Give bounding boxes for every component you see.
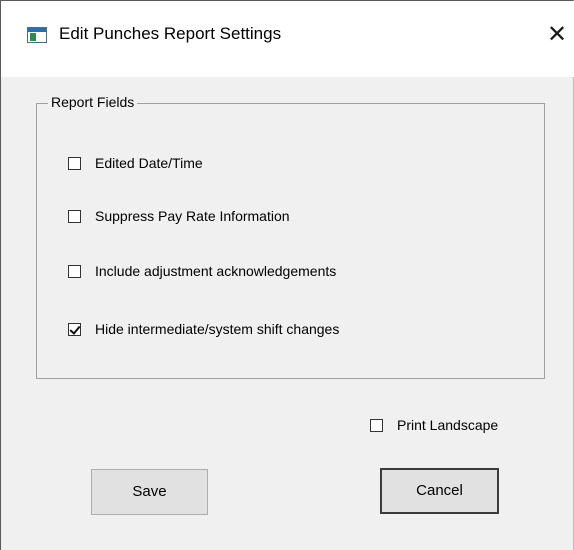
suppress-pay-rate-label[interactable]: Suppress Pay Rate Information xyxy=(95,208,290,224)
include-adjustment-ack-option[interactable]: Include adjustment acknowledgements xyxy=(68,263,336,279)
dialog-title: Edit Punches Report Settings xyxy=(59,24,282,43)
hide-shift-changes-label[interactable]: Hide intermediate/system shift changes xyxy=(95,321,339,337)
print-landscape-checkbox[interactable] xyxy=(370,418,383,432)
suppress-pay-rate-checkbox[interactable] xyxy=(68,209,81,223)
report-fields-legend: Report Fields xyxy=(48,94,138,110)
edited-datetime-label[interactable]: Edited Date/Time xyxy=(95,155,203,171)
print-landscape-label[interactable]: Print Landscape xyxy=(397,417,498,433)
save-button[interactable]: Save xyxy=(91,469,208,515)
icon-titlebar-stripe xyxy=(28,28,46,32)
edited-datetime-checkbox[interactable] xyxy=(68,156,81,170)
icon-panel-stripe xyxy=(30,33,36,41)
hide-shift-changes-option[interactable]: Hide intermediate/system shift changes xyxy=(68,321,339,337)
include-adjustment-ack-label[interactable]: Include adjustment acknowledgements xyxy=(95,263,336,279)
print-landscape-option[interactable]: Print Landscape xyxy=(370,417,498,433)
suppress-pay-rate-option[interactable]: Suppress Pay Rate Information xyxy=(68,208,290,224)
include-adjustment-ack-checkbox[interactable] xyxy=(68,264,81,278)
dialog-window: Edit Punches Report Settings ✕ Report Fi… xyxy=(0,0,574,550)
title-bar[interactable]: Edit Punches Report Settings ✕ xyxy=(1,1,574,77)
cancel-button[interactable]: Cancel xyxy=(380,468,499,514)
application-window-icon xyxy=(27,27,47,43)
report-fields-groupbox xyxy=(36,103,545,379)
close-icon[interactable]: ✕ xyxy=(543,17,571,53)
edited-datetime-option[interactable]: Edited Date/Time xyxy=(68,155,203,171)
hide-shift-changes-checkbox[interactable] xyxy=(68,322,81,336)
